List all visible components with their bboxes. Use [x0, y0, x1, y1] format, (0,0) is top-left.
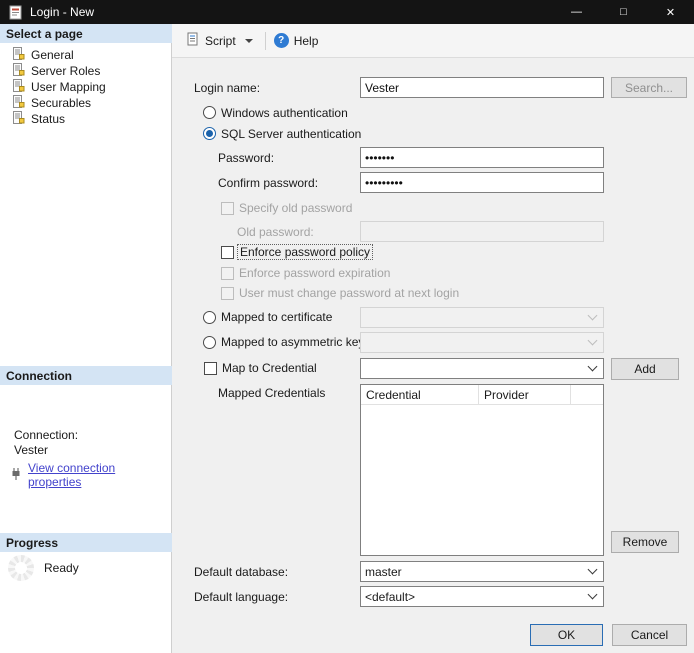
chevron-down-icon — [587, 589, 598, 600]
map-to-credential-checkbox[interactable] — [204, 362, 217, 375]
window-controls: — □ ✕ — [553, 0, 694, 24]
maximize-button[interactable]: □ — [600, 0, 647, 24]
specify-old-password-checkbox — [221, 202, 234, 215]
script-button[interactable]: Script — [182, 29, 257, 52]
mapped-to-asymmetric-key-label: Mapped to asymmetric key — [221, 335, 365, 349]
progress-spinner-icon — [8, 555, 34, 581]
minimize-button[interactable]: — — [553, 0, 600, 24]
enforce-password-policy-label: Enforce password policy — [236, 244, 374, 260]
help-icon: ? — [273, 33, 289, 48]
enforce-password-policy-checkbox[interactable] — [221, 246, 234, 259]
credential-column-header[interactable]: Credential — [361, 385, 479, 404]
provider-column-header[interactable]: Provider — [479, 385, 571, 404]
add-button[interactable]: Add — [611, 358, 679, 380]
remove-button[interactable]: Remove — [611, 531, 679, 553]
password-label: Password: — [218, 151, 275, 165]
page-icon — [12, 111, 25, 127]
window-title: Login - New — [30, 5, 95, 19]
asymmetric-key-combo — [360, 332, 604, 353]
sidebar-item-server-roles[interactable]: Server Roles — [0, 63, 172, 79]
must-change-password-checkbox — [221, 287, 234, 300]
connection-value: Vester — [14, 443, 49, 457]
ok-button[interactable]: OK — [530, 624, 603, 646]
script-dropdown-arrow-icon[interactable] — [244, 38, 253, 43]
close-button[interactable]: ✕ — [647, 0, 694, 24]
credentials-table-header: Credential Provider — [361, 385, 603, 405]
login-name-label: Login name: — [194, 81, 261, 95]
default-database-combo[interactable]: master — [360, 561, 604, 582]
page-icon — [12, 79, 25, 95]
sidebar: Select a page General Server Roles User … — [0, 24, 172, 653]
progress-status: Ready — [44, 561, 79, 575]
specify-old-password-label: Specify old password — [239, 201, 353, 215]
default-language-value: <default> — [365, 589, 416, 604]
must-change-password-label: User must change password at next login — [239, 286, 460, 300]
script-button-label: Script — [205, 33, 236, 48]
confirm-password-input[interactable] — [360, 172, 604, 193]
sidebar-item-label: User Mapping — [31, 80, 106, 94]
enforce-password-expiration-checkbox — [221, 267, 234, 280]
password-input[interactable] — [360, 147, 604, 168]
credential-combo[interactable] — [360, 358, 604, 379]
title-bar: Login - New — □ ✕ — [0, 0, 694, 24]
search-button[interactable]: Search... — [611, 77, 687, 98]
old-password-input — [360, 221, 604, 242]
map-to-credential-label: Map to Credential — [222, 361, 317, 375]
sidebar-item-user-mapping[interactable]: User Mapping — [0, 79, 172, 95]
windows-auth-radio[interactable] — [203, 106, 216, 119]
select-a-page-header: Select a page — [0, 24, 172, 43]
sidebar-item-securables[interactable]: Securables — [0, 95, 172, 111]
page-icon — [12, 95, 25, 111]
confirm-password-label: Confirm password: — [218, 176, 319, 190]
certificate-combo — [360, 307, 604, 328]
page-icon — [12, 47, 25, 63]
default-language-label: Default language: — [194, 590, 289, 604]
sql-auth-label: SQL Server authentication — [221, 127, 362, 141]
enforce-password-expiration-label: Enforce password expiration — [239, 266, 391, 280]
mapped-to-asymmetric-key-radio[interactable] — [203, 336, 216, 349]
toolbar-separator — [264, 31, 266, 50]
script-icon — [186, 32, 200, 49]
sidebar-item-label: Securables — [31, 96, 92, 110]
view-connection-properties-link[interactable]: View connection properties — [28, 461, 171, 489]
toolbar: Script ? Help — [172, 24, 694, 58]
login-name-input[interactable] — [360, 77, 604, 98]
help-button[interactable]: ? Help — [273, 33, 319, 48]
windows-auth-label: Windows authentication — [221, 106, 348, 120]
app-icon — [9, 5, 22, 20]
help-button-label: Help — [293, 33, 319, 48]
connection-header: Connection — [0, 366, 172, 385]
old-password-label: Old password: — [237, 225, 314, 239]
sql-auth-radio[interactable] — [203, 127, 216, 140]
sidebar-item-label: Status — [31, 112, 66, 126]
sidebar-item-label: General — [31, 48, 74, 62]
chevron-down-icon — [587, 361, 598, 372]
default-language-combo[interactable]: <default> — [360, 586, 604, 607]
default-database-value: master — [365, 564, 402, 579]
page-icon — [12, 63, 25, 79]
default-database-label: Default database: — [194, 565, 289, 579]
sidebar-item-status[interactable]: Status — [0, 111, 172, 127]
sidebar-item-general[interactable]: General — [0, 47, 172, 63]
sidebar-item-label: Server Roles — [31, 64, 101, 78]
connection-properties-icon — [9, 467, 23, 484]
mapped-credentials-table[interactable]: Credential Provider — [360, 384, 604, 556]
connection-label: Connection: — [14, 428, 79, 442]
mapped-to-certificate-radio[interactable] — [203, 311, 216, 324]
mapped-to-certificate-label: Mapped to certificate — [221, 310, 333, 324]
cancel-button[interactable]: Cancel — [612, 624, 687, 646]
mapped-credentials-label: Mapped Credentials — [218, 386, 326, 400]
progress-header: Progress — [0, 533, 172, 552]
chevron-down-icon — [587, 564, 598, 575]
chevron-down-icon — [587, 310, 598, 321]
chevron-down-icon — [587, 335, 598, 346]
